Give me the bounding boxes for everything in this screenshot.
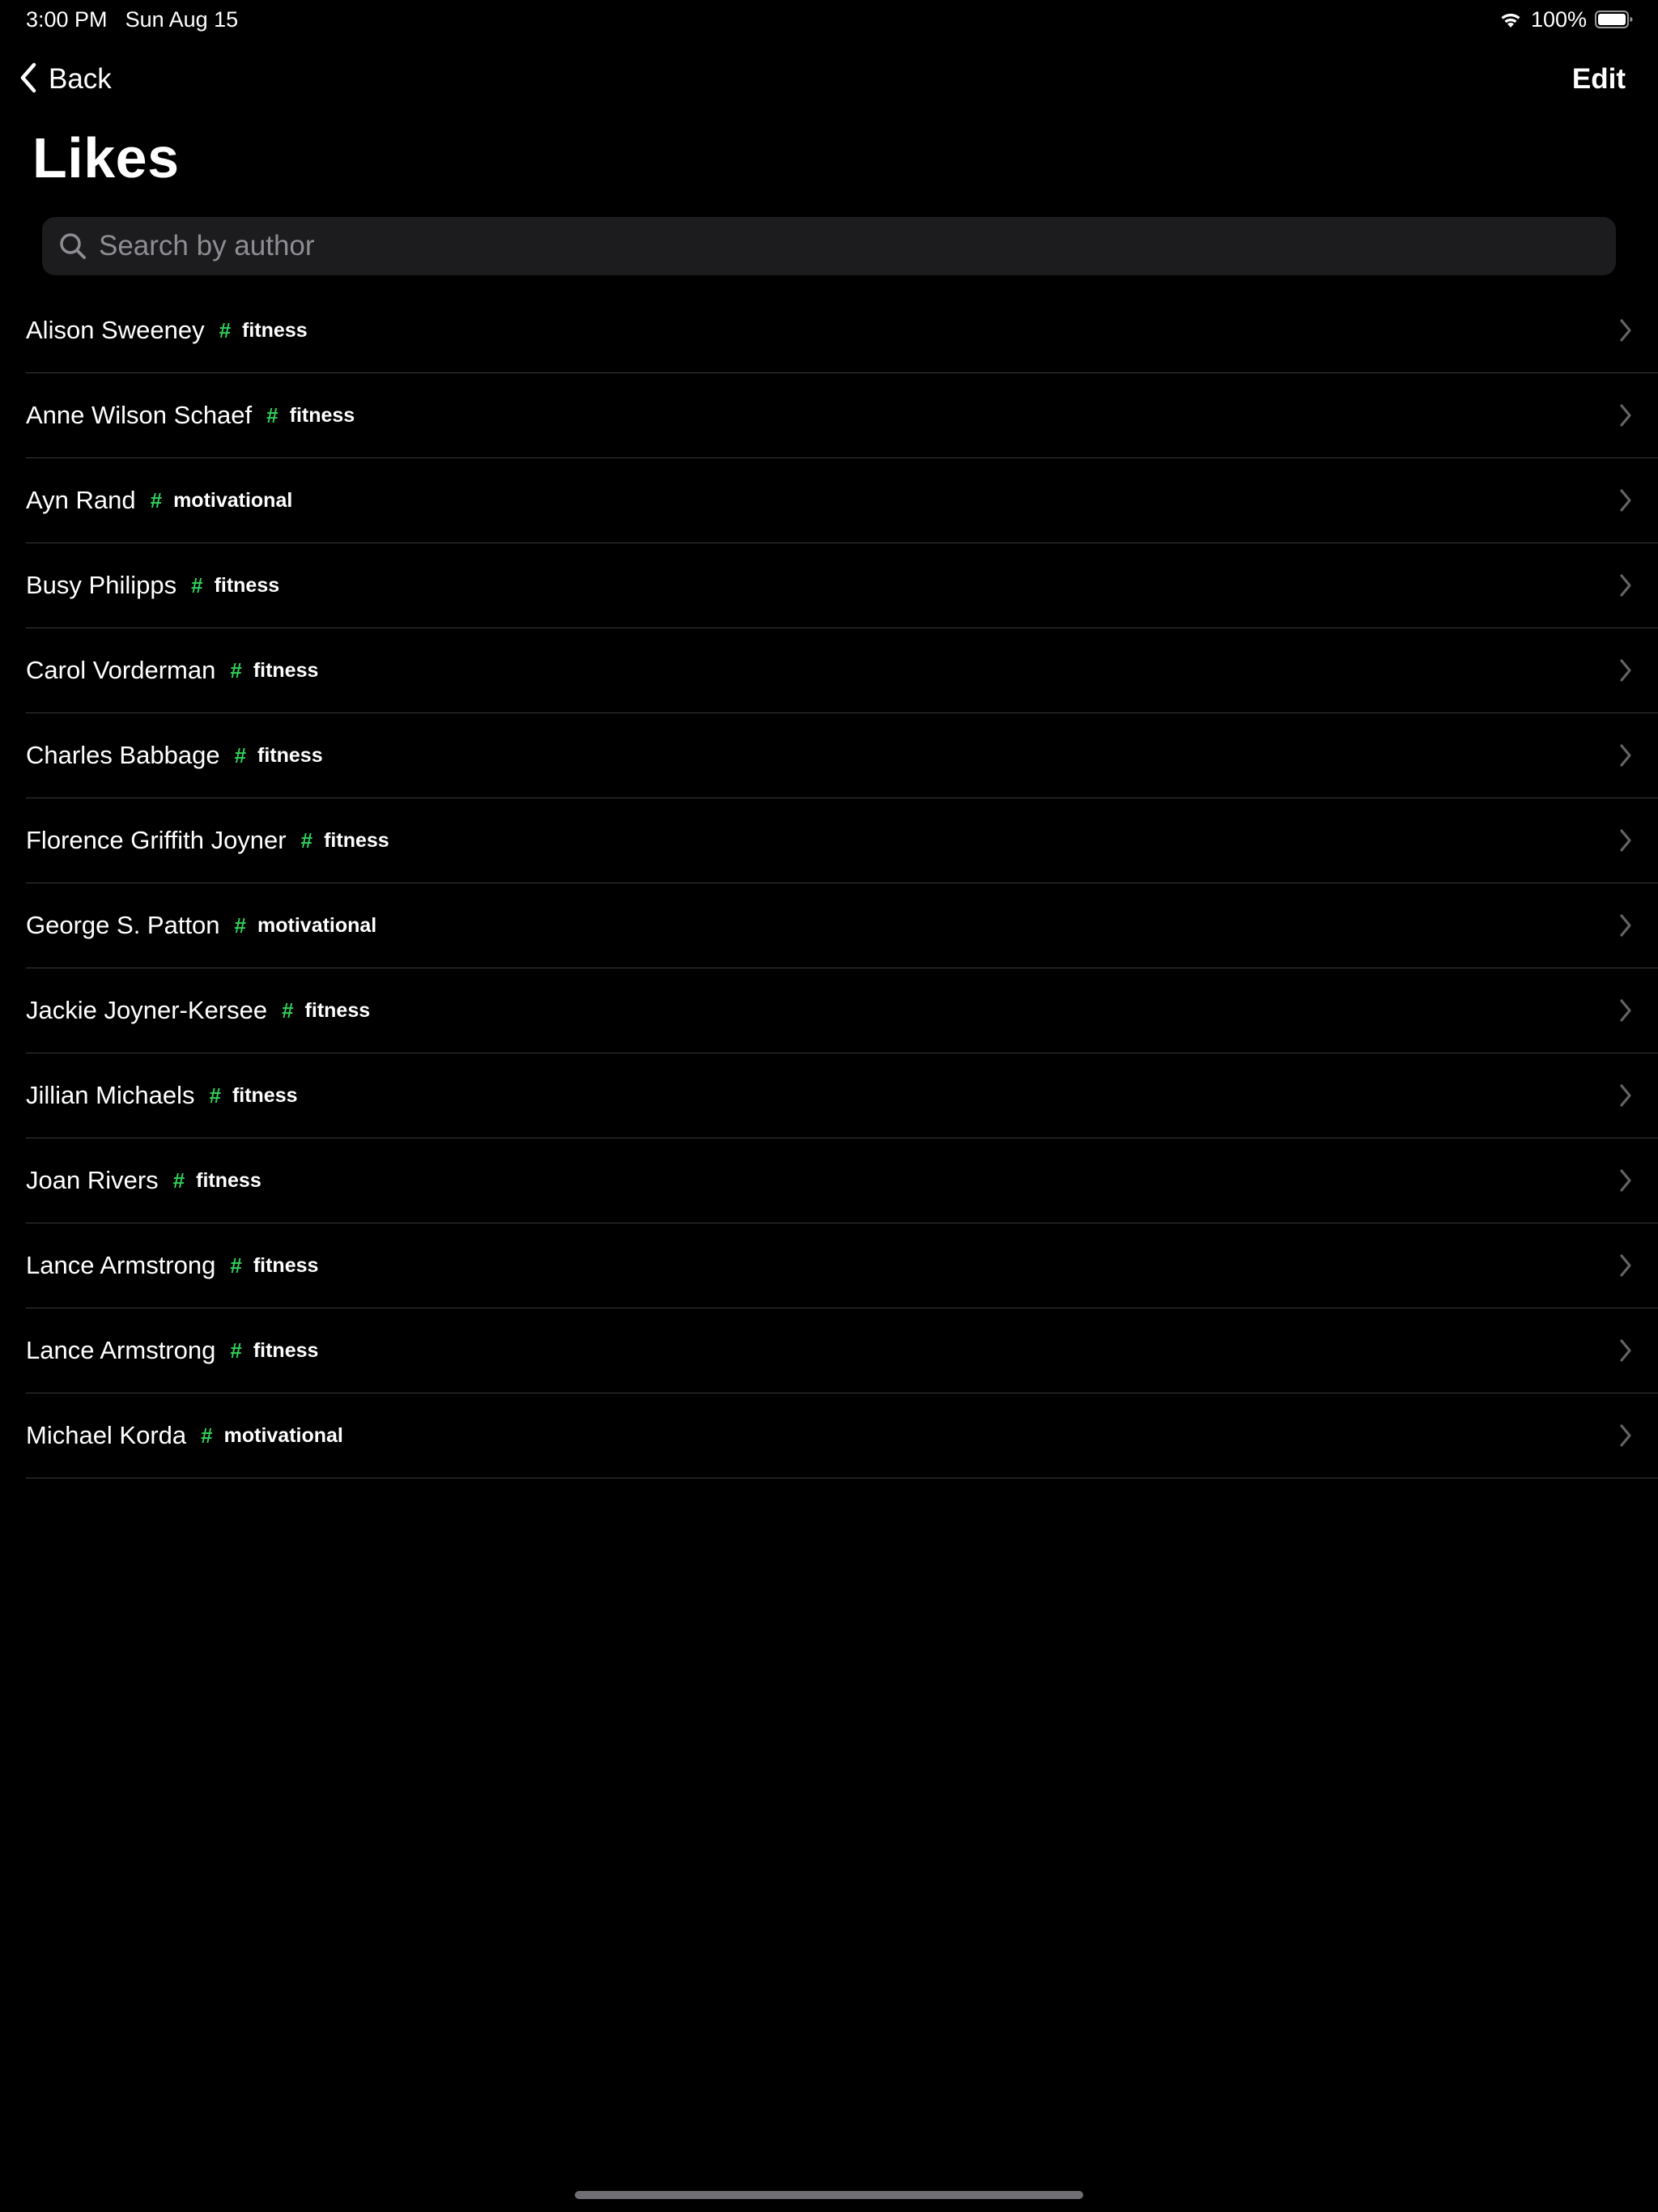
author-name: Anne Wilson Schaef — [26, 401, 253, 429]
author-name: Charles Babbage — [26, 741, 220, 769]
list-item[interactable]: Charles Babbage # fitness — [26, 713, 1658, 798]
hashtag-icon: # — [300, 827, 313, 853]
tag-label: fitness — [289, 403, 355, 427]
chevron-right-icon — [1620, 1424, 1631, 1447]
home-indicator[interactable] — [575, 2191, 1083, 2199]
chevron-right-icon — [1620, 659, 1631, 682]
chevron-right-icon — [1620, 1169, 1631, 1192]
hashtag-icon: # — [234, 742, 247, 768]
chevron-right-icon — [1620, 319, 1631, 342]
search-input[interactable] — [97, 221, 1616, 271]
chevron-right-icon — [1620, 1339, 1631, 1362]
tag-label: motivational — [257, 913, 377, 937]
list-item[interactable]: Joan Rivers # fitness — [26, 1138, 1658, 1223]
tag-label: fitness — [214, 573, 280, 597]
navigation-bar: Back Edit — [0, 52, 1658, 107]
chevron-right-icon — [1620, 744, 1631, 767]
hashtag-icon: # — [172, 1168, 185, 1193]
search-icon — [57, 230, 89, 262]
tag-label: motivational — [173, 488, 293, 512]
tag-label: fitness — [196, 1168, 261, 1192]
chevron-right-icon — [1620, 404, 1631, 427]
tag-label: fitness — [324, 828, 389, 852]
chevron-right-icon — [1620, 999, 1631, 1022]
wifi-icon — [1499, 10, 1523, 29]
hashtag-icon: # — [191, 572, 203, 598]
list-item[interactable]: Anne Wilson Schaef # fitness — [26, 373, 1658, 458]
tag-label: fitness — [253, 658, 319, 682]
battery-icon — [1595, 10, 1634, 29]
author-name: Busy Philipps — [26, 571, 177, 599]
likes-list: Alison Sweeney # fitness Anne Wilson Sch… — [0, 288, 1658, 1478]
author-name: Jackie Joyner-Kersee — [26, 996, 268, 1024]
list-item[interactable]: Alison Sweeney # fitness — [26, 288, 1658, 373]
hashtag-icon: # — [201, 1423, 213, 1448]
hashtag-icon: # — [266, 402, 278, 428]
list-item[interactable]: George S. Patton # motivational — [26, 883, 1658, 968]
edit-button[interactable]: Edit — [1572, 57, 1626, 102]
list-item[interactable]: Ayn Rand # motivational — [26, 458, 1658, 543]
list-item[interactable]: Lance Armstrong # fitness — [26, 1308, 1658, 1393]
list-item[interactable]: Jillian Michaels # fitness — [26, 1053, 1658, 1138]
hashtag-icon: # — [234, 912, 247, 938]
author-name: Lance Armstrong — [26, 1251, 216, 1279]
status-time-date: 3:00 PM Sun Aug 15 — [26, 6, 238, 32]
author-name: Alison Sweeney — [26, 316, 205, 344]
status-date: Sun Aug 15 — [125, 7, 239, 32]
tag-label: fitness — [232, 1083, 298, 1107]
author-name: Florence Griffith Joyner — [26, 826, 287, 854]
chevron-right-icon — [1620, 1254, 1631, 1277]
list-item[interactable]: Florence Griffith Joyner # fitness — [26, 798, 1658, 883]
list-item[interactable]: Busy Philipps # fitness — [26, 543, 1658, 628]
chevron-right-icon — [1620, 829, 1631, 852]
chevron-right-icon — [1620, 574, 1631, 597]
list-item[interactable]: Lance Armstrong # fitness — [26, 1223, 1658, 1308]
tag-label: fitness — [253, 1338, 319, 1362]
hashtag-icon: # — [219, 317, 232, 342]
tag-label: fitness — [242, 318, 308, 342]
hashtag-icon: # — [230, 1338, 242, 1363]
list-item[interactable]: Michael Korda # motivational — [26, 1393, 1658, 1478]
author-name: Carol Vorderman — [26, 656, 216, 684]
status-time: 3:00 PM — [26, 7, 108, 32]
page-title: Likes — [32, 126, 180, 189]
hashtag-icon: # — [209, 1083, 221, 1108]
tag-label: motivational — [223, 1423, 343, 1447]
chevron-left-icon — [18, 62, 39, 98]
status-indicators: 100% — [1499, 6, 1634, 32]
back-button[interactable]: Back — [18, 57, 112, 102]
hashtag-icon: # — [230, 657, 242, 683]
author-name: Michael Korda — [26, 1421, 187, 1449]
chevron-right-icon — [1620, 914, 1631, 937]
list-item[interactable]: Jackie Joyner-Kersee # fitness — [26, 968, 1658, 1053]
hashtag-icon: # — [150, 487, 163, 513]
chevron-right-icon — [1620, 489, 1631, 512]
tag-label: fitness — [257, 743, 323, 767]
back-label: Back — [49, 63, 112, 95]
status-bar: 3:00 PM Sun Aug 15 100% — [0, 0, 1658, 39]
chevron-right-icon — [1620, 1084, 1631, 1107]
tag-label: fitness — [253, 1253, 319, 1277]
hashtag-icon: # — [282, 998, 294, 1023]
list-item[interactable]: Carol Vorderman # fitness — [26, 628, 1658, 713]
author-name: Joan Rivers — [26, 1166, 159, 1194]
search-field[interactable] — [42, 217, 1616, 275]
author-name: George S. Patton — [26, 911, 220, 939]
author-name: Ayn Rand — [26, 486, 136, 514]
battery-percentage: 100% — [1530, 6, 1587, 32]
author-name: Jillian Michaels — [26, 1081, 195, 1109]
author-name: Lance Armstrong — [26, 1336, 216, 1364]
hashtag-icon: # — [230, 1253, 242, 1278]
tag-label: fitness — [304, 998, 371, 1022]
